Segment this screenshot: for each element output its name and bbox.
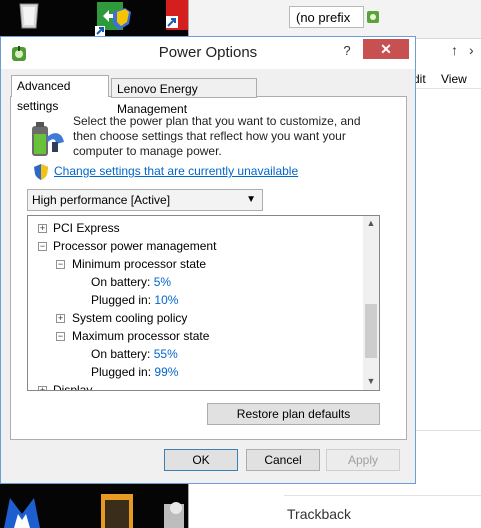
scrollbar-thumb[interactable]	[365, 304, 377, 358]
power-options-icon	[367, 11, 379, 23]
tree-item-processor-power-management[interactable]: Processor power management	[53, 237, 216, 255]
battery-icon	[32, 122, 64, 156]
cancel-button[interactable]: Cancel	[246, 449, 320, 471]
setting-value[interactable]: 99%	[154, 365, 178, 379]
tree-item-on-battery[interactable]: On battery: 5%	[91, 273, 171, 291]
setting-value[interactable]: 55%	[154, 347, 178, 361]
trackback-label[interactable]: Trackback	[287, 506, 351, 522]
power-plan-selected: High performance [Active]	[32, 193, 171, 207]
tab-advanced-settings[interactable]: Advanced settings	[11, 75, 109, 113]
scroll-down-icon[interactable]: ▼	[363, 376, 379, 388]
tree-item-minimum-processor-state[interactable]: Minimum processor state	[72, 255, 206, 273]
expand-icon[interactable]: +	[56, 314, 65, 323]
restore-plan-defaults-button[interactable]: Restore plan defaults	[207, 403, 380, 425]
collapse-icon[interactable]: −	[56, 260, 65, 269]
setting-label: On battery:	[91, 275, 151, 289]
divider	[284, 495, 481, 496]
setting-value[interactable]: 5%	[154, 275, 171, 289]
setting-value[interactable]: 10%	[154, 293, 178, 307]
tree-item-plugged-in[interactable]: Plugged in: 10%	[91, 291, 178, 309]
explorer-search-input[interactable]: (no prefix	[289, 6, 364, 28]
collapse-icon[interactable]: −	[56, 332, 65, 341]
tree-item-on-battery[interactable]: On battery: 55%	[91, 345, 178, 363]
apply-button[interactable]: Apply	[326, 449, 400, 471]
tree-item-display[interactable]: Display	[53, 381, 92, 390]
close-button[interactable]: ✕	[363, 39, 409, 59]
expand-icon[interactable]: +	[38, 224, 47, 233]
settings-tree[interactable]: + PCI Express − Processor power manageme…	[27, 215, 380, 391]
intro-text: Select the power plan that you want to c…	[73, 114, 361, 158]
up-arrow-icon[interactable]: ↑	[451, 42, 463, 58]
setting-label: Plugged in:	[91, 293, 152, 307]
shortcut-icon[interactable]	[160, 0, 188, 36]
chevron-down-icon: ▼	[246, 194, 256, 205]
ok-button[interactable]: OK	[164, 449, 238, 471]
application-icon[interactable]	[160, 498, 188, 528]
scroll-up-icon[interactable]: ▲	[363, 218, 379, 230]
change-settings-link[interactable]: Change settings that are currently unava…	[54, 164, 298, 178]
malwarebytes-icon[interactable]	[0, 486, 44, 528]
uac-shield-icon	[34, 164, 48, 180]
expand-icon[interactable]: +	[38, 386, 47, 390]
tree-item-pci-express[interactable]: PCI Express	[53, 219, 120, 237]
tree-item-system-cooling-policy[interactable]: System cooling policy	[72, 309, 187, 327]
tab-lenovo-energy-management[interactable]: Lenovo Energy Management	[111, 78, 257, 116]
tree-item-plugged-in[interactable]: Plugged in: 99%	[91, 363, 178, 381]
tree-item-maximum-processor-state[interactable]: Maximum processor state	[72, 327, 209, 345]
program-shortcut-icon[interactable]	[95, 0, 137, 36]
collapse-icon[interactable]: −	[38, 242, 47, 251]
power-plan-dropdown[interactable]: High performance [Active] ▼	[27, 189, 263, 211]
setting-label: On battery:	[91, 347, 151, 361]
menu-view[interactable]: View	[441, 72, 467, 86]
power-options-dialog: Power Options ? ✕ Advanced settings Leno…	[0, 36, 416, 484]
vertical-scrollbar[interactable]: ▲ ▼	[363, 216, 379, 390]
help-button[interactable]: ?	[339, 43, 355, 61]
title-bar[interactable]: Power Options ? ✕	[1, 37, 415, 69]
folder-shortcut-icon[interactable]	[95, 488, 137, 528]
chevron-right-icon[interactable]: ›	[469, 42, 481, 58]
recycle-bin-icon[interactable]	[14, 0, 44, 30]
setting-label: Plugged in:	[91, 365, 152, 379]
